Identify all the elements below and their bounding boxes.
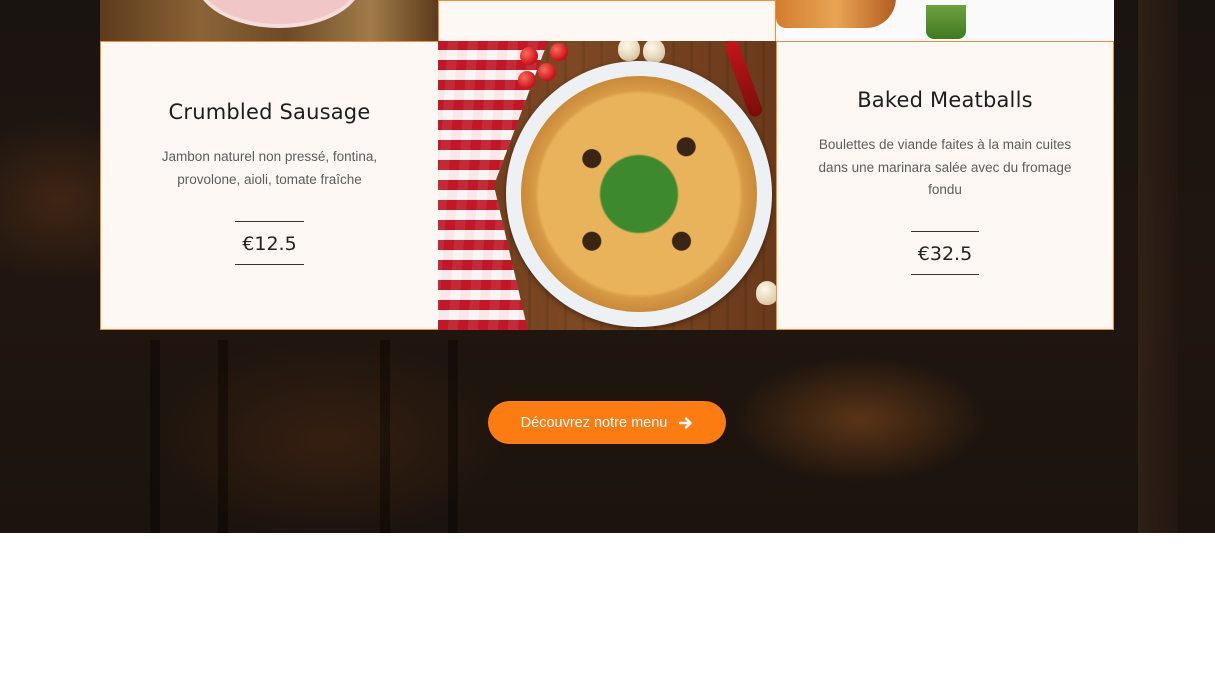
dish-description: Jambon naturel non pressé, fontina, prov… bbox=[161, 149, 378, 187]
food-image bbox=[926, 5, 966, 39]
arrow-right-icon bbox=[679, 416, 693, 429]
menu-hero-section: Crumbled Sausage Jambon naturel non pres… bbox=[0, 0, 1215, 533]
pizza-image bbox=[521, 76, 757, 312]
dish-price: €12.5 bbox=[235, 221, 304, 265]
tomato-image bbox=[550, 43, 568, 61]
menu-card-crumbled-sausage: Crumbled Sausage Jambon naturel non pres… bbox=[100, 41, 439, 330]
background-photo-detail bbox=[150, 340, 160, 533]
dish-photo bbox=[776, 0, 1114, 42]
plate-image bbox=[195, 0, 363, 28]
pizza-plate-image bbox=[506, 61, 772, 327]
page-blank-area bbox=[0, 533, 1215, 683]
tomato-image bbox=[518, 71, 536, 89]
food-image bbox=[776, 0, 896, 28]
background-photo-detail bbox=[218, 340, 228, 533]
tomato-image bbox=[520, 47, 538, 65]
mushroom-image bbox=[618, 41, 640, 61]
dish-title: Baked Meatballs bbox=[857, 88, 1033, 112]
dish-description: Boulettes de viande faites à la main cui… bbox=[818, 137, 1072, 197]
menu-card-baked-meatballs: Baked Meatballs Boulettes de viande fait… bbox=[776, 41, 1114, 330]
dish-price: €32.5 bbox=[910, 230, 980, 275]
background-photo-detail bbox=[1138, 0, 1178, 533]
discover-menu-button[interactable]: Découvrez notre menu bbox=[488, 401, 726, 444]
menu-grid: Crumbled Sausage Jambon naturel non pres… bbox=[100, 0, 1114, 330]
dish-title: Crumbled Sausage bbox=[168, 100, 371, 124]
menu-card-partial bbox=[438, 0, 776, 42]
mushroom-image bbox=[643, 41, 665, 63]
pizza-photo bbox=[438, 41, 776, 330]
dish-photo bbox=[100, 0, 438, 42]
tomato-image bbox=[538, 63, 556, 81]
background-photo-detail bbox=[448, 340, 458, 533]
background-photo-detail bbox=[380, 340, 390, 533]
discover-menu-label: Découvrez notre menu bbox=[520, 414, 668, 431]
garlic-image bbox=[756, 281, 776, 305]
